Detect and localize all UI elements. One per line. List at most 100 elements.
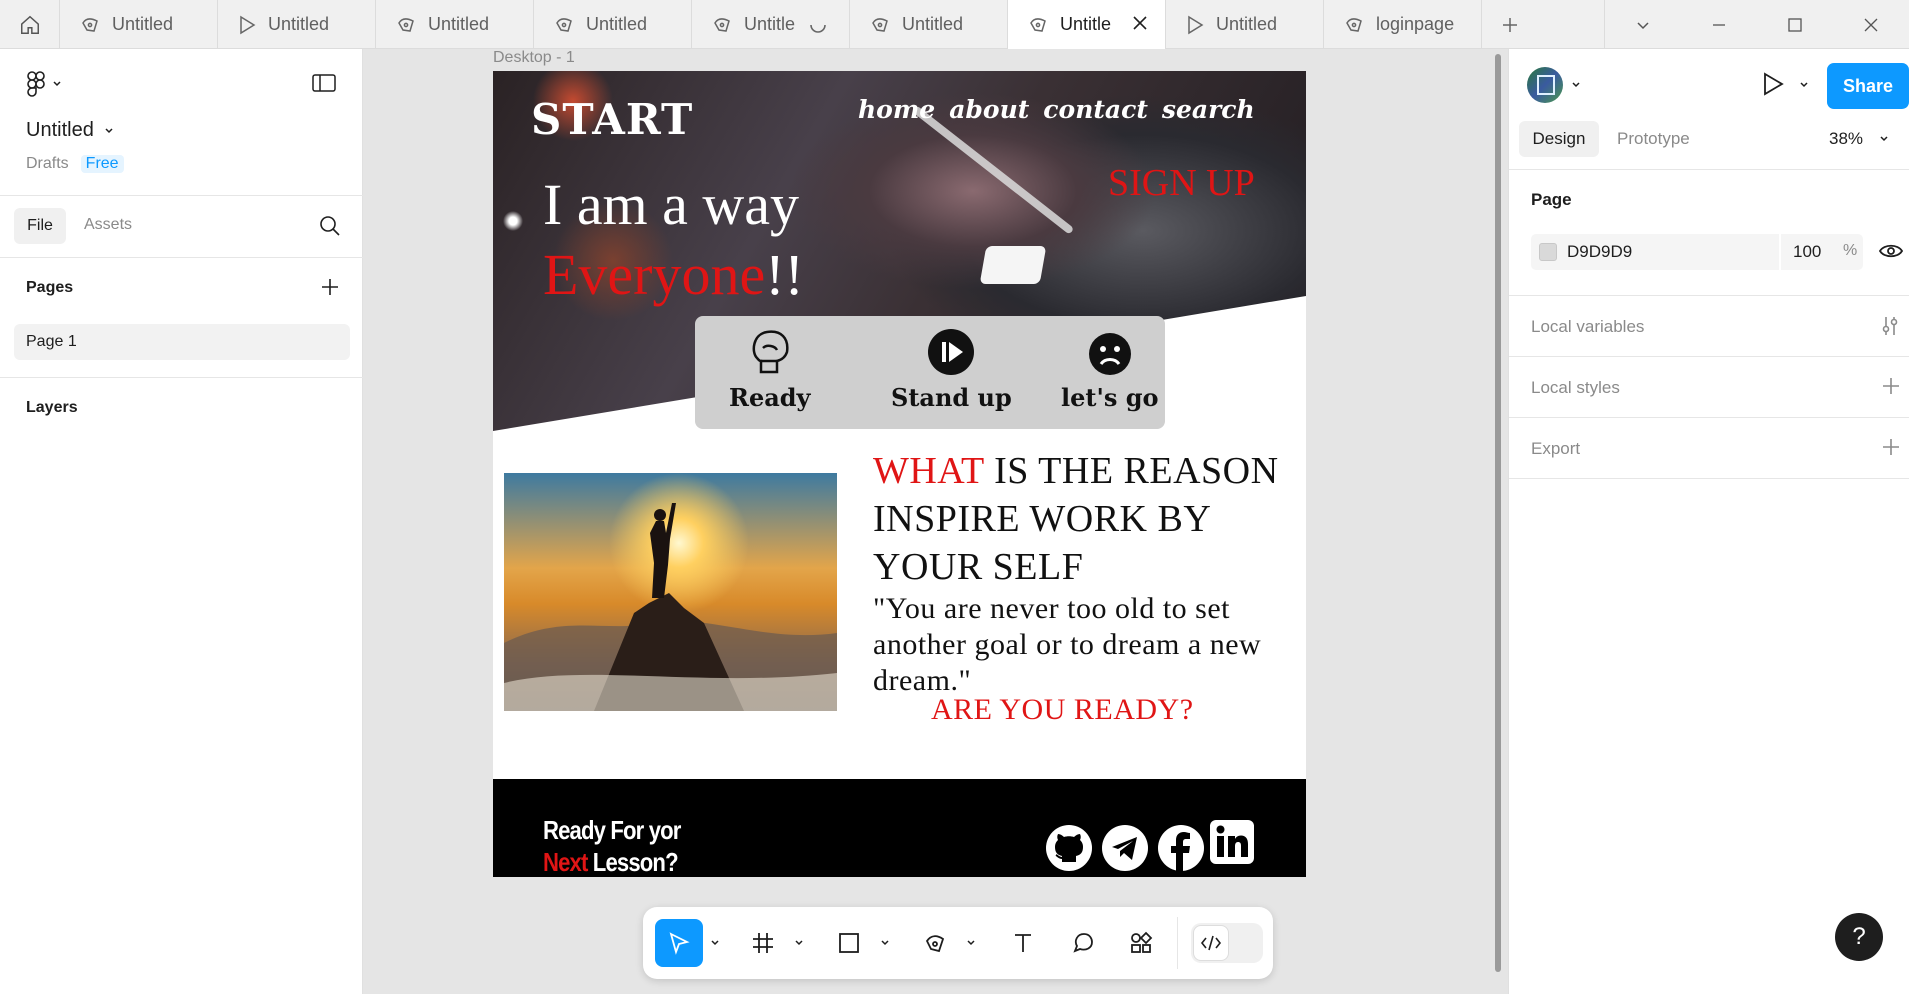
- toolbar-divider: [1177, 917, 1178, 969]
- tab-file-1[interactable]: Untitled: [218, 0, 376, 49]
- drafts-link[interactable]: Drafts: [26, 155, 69, 173]
- divider: [1509, 169, 1909, 170]
- export-label[interactable]: Export: [1531, 439, 1580, 459]
- page-color-hex[interactable]: D9D9D9: [1567, 242, 1632, 262]
- signup-link[interactable]: SIGN UP: [1108, 161, 1255, 205]
- tab-file-3[interactable]: Untitled: [534, 0, 692, 49]
- tab-file-0[interactable]: Untitled: [60, 0, 218, 49]
- home-icon: [20, 15, 39, 34]
- page-opacity-value[interactable]: 100: [1793, 242, 1821, 262]
- footer-text: Ready For yor Next Lesson?: [543, 814, 681, 877]
- canvas[interactable]: Desktop - 1 START home about contact search…: [363, 49, 1508, 994]
- tab-prototype[interactable]: Prototype: [1617, 129, 1690, 149]
- help-button[interactable]: ?: [1835, 913, 1883, 961]
- page-item[interactable]: Page 1: [14, 324, 350, 360]
- dev-mode-toggle[interactable]: [1189, 919, 1265, 967]
- tab-file-4[interactable]: Untitle: [692, 0, 850, 49]
- add-style-button[interactable]: [1881, 376, 1901, 401]
- ready-question[interactable]: ARE YOU READY?: [931, 693, 1194, 727]
- mountain-summit-image[interactable]: [504, 473, 837, 711]
- plus-icon: [1883, 439, 1899, 455]
- local-variables-button[interactable]: [1879, 315, 1901, 342]
- linkedin-icon[interactable]: [1209, 819, 1255, 865]
- color-swatch[interactable]: [1539, 243, 1557, 261]
- frame-tool[interactable]: [739, 919, 787, 967]
- comment-tool[interactable]: [1059, 919, 1107, 967]
- text-tool[interactable]: [999, 919, 1047, 967]
- action-stand-up[interactable]: Stand up: [891, 328, 1012, 412]
- close-window-button[interactable]: [1833, 0, 1909, 49]
- close-icon: [1864, 18, 1878, 31]
- home-button[interactable]: [0, 0, 60, 49]
- tab-file-7[interactable]: Untitled: [1166, 0, 1324, 49]
- frame-tool-menu[interactable]: [791, 919, 807, 967]
- present-options[interactable]: [1799, 77, 1809, 95]
- page-color-field[interactable]: D9D9D9 100 %: [1531, 234, 1863, 270]
- pages-heading: Pages: [26, 279, 74, 296]
- file-name-menu[interactable]: Untitled: [26, 119, 114, 142]
- action-ready[interactable]: Ready: [729, 328, 811, 412]
- design-frame[interactable]: START home about contact search SIGN UP I a…: [493, 71, 1306, 877]
- logo-text[interactable]: START: [531, 95, 693, 144]
- action-lets-go[interactable]: let's go: [1061, 332, 1158, 412]
- pen-icon: [398, 17, 414, 32]
- rectangle-tool[interactable]: [825, 919, 873, 967]
- add-export-button[interactable]: [1881, 437, 1901, 462]
- zoom-menu[interactable]: 38%: [1829, 129, 1889, 149]
- dev-mode-knob: [1193, 925, 1229, 961]
- footer[interactable]: Ready For yor Next Lesson?: [493, 779, 1306, 877]
- chevron-down-icon: [881, 940, 889, 946]
- nav-link-contact[interactable]: contact: [1043, 95, 1148, 124]
- search-layers-button[interactable]: [319, 215, 341, 242]
- user-menu[interactable]: [1527, 67, 1581, 103]
- file-name: Untitled: [26, 119, 94, 141]
- climber-silhouette: [504, 503, 837, 711]
- toggle-sidebar-button[interactable]: [312, 73, 336, 98]
- nav-link-search[interactable]: search: [1162, 95, 1255, 124]
- plus-icon: [322, 279, 338, 295]
- telegram-icon[interactable]: [1101, 824, 1149, 872]
- minimize-button[interactable]: [1681, 0, 1757, 49]
- tab-design[interactable]: Design: [1519, 121, 1599, 157]
- tab-label: Untitled: [268, 14, 330, 34]
- actions-tool[interactable]: [1117, 919, 1165, 967]
- action-card[interactable]: Ready Stand up let's go: [695, 316, 1165, 429]
- figma-logo-icon: [27, 71, 45, 97]
- plan-badge[interactable]: Free: [80, 155, 124, 173]
- vertical-scrollbar[interactable]: [1495, 54, 1501, 972]
- footer-line2: Lesson?: [587, 847, 679, 877]
- local-styles-label[interactable]: Local styles: [1531, 378, 1620, 398]
- visibility-toggle[interactable]: [1878, 241, 1904, 266]
- share-button[interactable]: Share: [1827, 63, 1909, 109]
- frame-label[interactable]: Desktop - 1: [493, 49, 575, 67]
- tab-file-5[interactable]: Untitled: [850, 0, 1008, 49]
- avatar-detail: [1537, 75, 1555, 95]
- play-icon: [240, 15, 256, 34]
- nav-link-home[interactable]: home: [858, 95, 935, 124]
- shape-tool-menu[interactable]: [877, 919, 893, 967]
- rectangle-icon: [839, 933, 859, 953]
- move-tool-menu[interactable]: [707, 919, 723, 967]
- add-page-button[interactable]: [320, 277, 340, 302]
- tab-file-2[interactable]: Untitled: [376, 0, 534, 49]
- close-icon[interactable]: [1131, 14, 1149, 32]
- tab-file-6[interactable]: Untitle: [1008, 0, 1166, 49]
- pen-tool-menu[interactable]: [963, 919, 979, 967]
- tab-file-8[interactable]: loginpage: [1324, 0, 1482, 49]
- move-tool[interactable]: [655, 919, 703, 967]
- tab-assets[interactable]: Assets: [84, 216, 132, 234]
- tab-file[interactable]: File: [14, 208, 66, 244]
- present-button[interactable]: [1761, 71, 1785, 102]
- maximize-button[interactable]: [1757, 0, 1833, 49]
- sliders-icon: [1882, 317, 1898, 335]
- local-variables-label[interactable]: Local variables: [1531, 317, 1644, 337]
- chevron-down-icon: [1572, 82, 1580, 88]
- tab-overflow-button[interactable]: [1605, 0, 1681, 49]
- pen-tool[interactable]: [911, 919, 959, 967]
- new-tab-button[interactable]: [1482, 0, 1538, 49]
- github-icon[interactable]: [1045, 824, 1093, 872]
- nav-link-about[interactable]: about: [949, 95, 1029, 124]
- main-menu-button[interactable]: [26, 71, 62, 97]
- action-lets-go-label: let's go: [1061, 383, 1159, 412]
- facebook-icon[interactable]: [1157, 824, 1205, 872]
